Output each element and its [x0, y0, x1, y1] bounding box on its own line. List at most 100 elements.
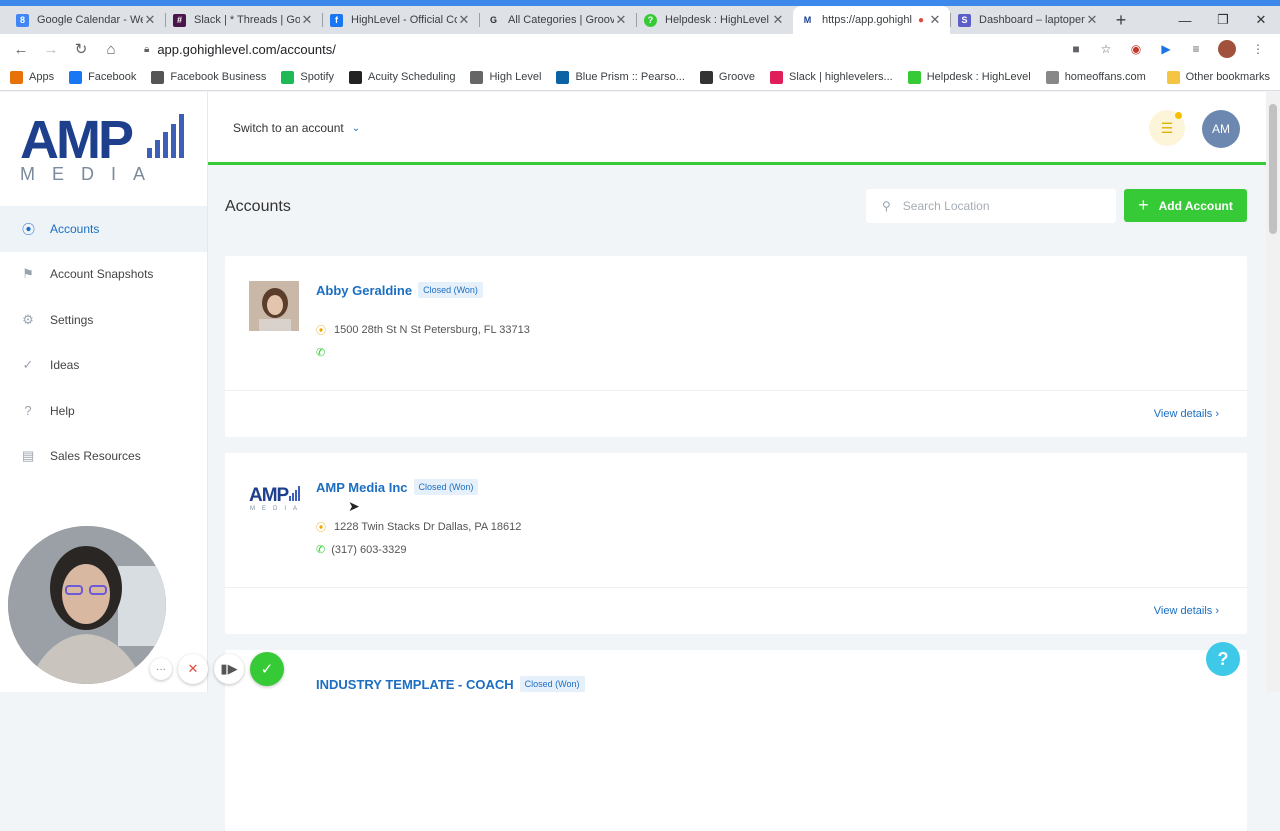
- star-icon[interactable]: ☆: [1098, 41, 1114, 57]
- logo-subtext: MEDIA: [20, 164, 162, 182]
- sidebar-item-ideas[interactable]: ✓ Ideas: [0, 343, 207, 389]
- account-logo: AMP MEDIA: [249, 478, 300, 528]
- close-window-icon[interactable]: ✕: [1242, 6, 1280, 34]
- scrollbar-thumb[interactable]: [1269, 104, 1277, 234]
- chevron-right-icon: ›: [1215, 605, 1219, 617]
- page-title: Accounts: [225, 198, 291, 215]
- account-name-link[interactable]: AMP Media Inc Closed (Won): [316, 479, 479, 495]
- bookmark-label: Blue Prism :: Pearso...: [575, 71, 685, 83]
- sidebar-item-accounts[interactable]: ⦿ Accounts: [0, 206, 207, 252]
- bookmark-item[interactable]: Facebook: [69, 70, 137, 84]
- question-icon: ?: [24, 403, 32, 419]
- help-chat-button[interactable]: ?: [1206, 642, 1240, 676]
- back-arrow-icon[interactable]: ←: [8, 36, 34, 62]
- user-avatar[interactable]: AM: [1202, 110, 1240, 148]
- play-icon[interactable]: ▶: [1158, 41, 1174, 57]
- bookmark-label: Facebook: [88, 71, 137, 83]
- flag-icon: ⚑: [22, 266, 34, 282]
- cancel-recording-button[interactable]: ✕: [178, 654, 208, 684]
- account-card: INDUSTRY TEMPLATE - COACH Closed (Won): [225, 650, 1247, 831]
- bookmark-label: High Level: [489, 71, 542, 83]
- camera-icon[interactable]: ■: [1068, 41, 1084, 57]
- view-details-link[interactable]: View details ›: [1154, 408, 1219, 420]
- other-bookmarks[interactable]: Other bookmarks: [1166, 70, 1270, 84]
- browser-tab[interactable]: # Slack | * Threads | GoHi ✕: [165, 6, 322, 34]
- address-bar[interactable]: 🔒︎ app.gohighlevel.com/accounts/: [134, 36, 1058, 62]
- close-tab-icon[interactable]: ✕: [614, 12, 628, 28]
- divider: [225, 587, 1247, 588]
- minimize-icon[interactable]: —: [1166, 6, 1204, 34]
- sidebar-item-label: Settings: [50, 312, 94, 327]
- bookmark-item[interactable]: Blue Prism :: Pearso...: [556, 70, 685, 84]
- browser-tab[interactable]: S Dashboard – laptopen ✕: [950, 6, 1107, 34]
- account-name-link[interactable]: INDUSTRY TEMPLATE - COACH Closed (Won): [316, 676, 585, 692]
- groove-favicon-icon: G: [489, 15, 497, 25]
- sidebar-item-label: Sales Resources: [50, 449, 141, 464]
- bookmark-item[interactable]: Facebook Business: [151, 70, 266, 84]
- calendar-favicon-icon: 8: [16, 13, 29, 27]
- browser-tab-active[interactable]: Mhttps://app.gohighl ● ✕: [793, 6, 950, 34]
- window-controls: — ❐ ✕: [1166, 6, 1280, 34]
- bookmark-item[interactable]: Groove: [699, 70, 755, 84]
- sidebar-item-help[interactable]: ? Help: [0, 388, 207, 434]
- close-tab-icon[interactable]: ✕: [143, 12, 157, 28]
- browser-tab[interactable]: ? Helpdesk : HighLevel ✕: [636, 6, 793, 34]
- close-tab-icon[interactable]: ✕: [771, 12, 785, 28]
- account-name-link[interactable]: Abby Geraldine Closed (Won): [316, 282, 483, 298]
- sidebar-item-sales-resources[interactable]: ▤ Sales Resources: [0, 434, 207, 480]
- bookmark-label: Slack | highlevelers...: [788, 71, 893, 83]
- close-tab-icon[interactable]: ✕: [1085, 12, 1099, 28]
- sidebar-item-settings[interactable]: ⚙ Settings: [0, 297, 207, 343]
- phone-icon: ✆: [316, 347, 326, 359]
- close-tab-icon[interactable]: ✕: [928, 12, 942, 28]
- check-circle-icon: ✓: [22, 357, 34, 373]
- gear-icon: ⚙: [22, 311, 34, 327]
- bookmark-item[interactable]: Helpdesk : HighLevel: [907, 70, 1031, 84]
- bookmark-item[interactable]: homeoffans.com: [1045, 70, 1146, 84]
- reload-icon[interactable]: ↻: [68, 36, 94, 62]
- tab-title: Slack | * Threads | GoHi: [194, 14, 300, 26]
- browser-tab[interactable]: 8 Google Calendar - Wee ✕: [8, 6, 165, 34]
- browser-tab[interactable]: G All Categories | Groove ✕: [479, 6, 636, 34]
- menu-dots-icon[interactable]: ⋮: [1250, 41, 1266, 57]
- amp-media-logo-icon: AMP MEDIA: [249, 485, 300, 512]
- dashboard-favicon-icon: S: [958, 13, 971, 27]
- new-tab-button[interactable]: +: [1107, 6, 1135, 34]
- account-card: Abby Geraldine Closed (Won) ⦿ 1500 28th …: [225, 256, 1247, 437]
- add-account-button[interactable]: + Add Account: [1124, 189, 1247, 222]
- location-pin-icon: ⦿: [316, 326, 326, 337]
- omnibar: ← → ↻ ⌂ 🔒︎ app.gohighlevel.com/accounts/…: [0, 34, 1280, 64]
- bookmark-item[interactable]: Slack | highlevelers...: [769, 70, 893, 84]
- chevron-down-icon: ⌄: [351, 122, 361, 134]
- bookmark-favicon-icon: [69, 70, 83, 84]
- switch-account-dropdown[interactable]: Switch to an account ⌄: [233, 121, 360, 135]
- status-badge: Closed (Won): [413, 479, 479, 495]
- close-tab-icon[interactable]: ✕: [457, 12, 471, 28]
- bookmark-item[interactable]: High Level: [470, 70, 542, 84]
- sidebar-item-label: Account Snapshots: [50, 267, 154, 282]
- profile-avatar-icon[interactable]: [1218, 40, 1236, 58]
- lock-icon: 🔒︎: [144, 43, 150, 55]
- browser-chrome: 8 Google Calendar - Wee ✕ # Slack | * Threa…: [0, 0, 1280, 91]
- page-scrollbar[interactable]: [1266, 92, 1280, 692]
- notifications-button[interactable]: ☰: [1149, 110, 1185, 146]
- search-input[interactable]: [902, 199, 1093, 213]
- extension-icon[interactable]: ◉: [1128, 41, 1144, 57]
- more-options-button[interactable]: ···: [150, 658, 172, 680]
- pause-recording-button[interactable]: ▮▶: [214, 654, 244, 684]
- home-icon[interactable]: ⌂: [98, 36, 124, 62]
- restore-icon[interactable]: ❐: [1204, 6, 1242, 34]
- list-icon: ☰: [1160, 119, 1174, 136]
- browser-tab[interactable]: f HighLevel - Official Co ✕: [322, 6, 479, 34]
- forward-arrow-icon[interactable]: →: [38, 36, 64, 62]
- bookmark-label: Helpdesk : HighLevel: [926, 71, 1031, 83]
- sidebar-item-account-snapshots[interactable]: ⚑ Account Snapshots: [0, 252, 207, 298]
- bookmark-item[interactable]: Apps: [10, 70, 54, 84]
- bookmark-item[interactable]: Spotify: [281, 70, 334, 84]
- close-tab-icon[interactable]: ✕: [300, 12, 314, 28]
- bookmark-item[interactable]: Acuity Scheduling: [349, 70, 455, 84]
- finish-recording-button[interactable]: ✓: [250, 652, 284, 686]
- location-pin-icon: ⦿: [316, 523, 326, 534]
- media-icon[interactable]: ≡: [1188, 41, 1204, 57]
- view-details-link[interactable]: View details ›: [1154, 605, 1219, 617]
